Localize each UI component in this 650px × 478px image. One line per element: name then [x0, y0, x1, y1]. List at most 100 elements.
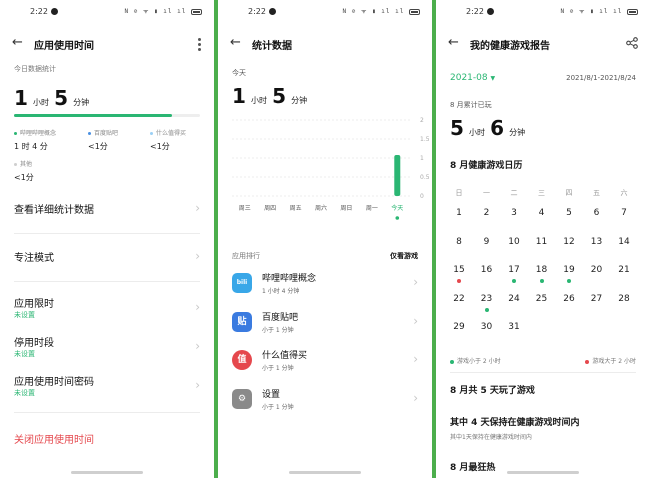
legend-dot-icon [150, 132, 153, 135]
green-dot-icon [539, 279, 544, 283]
day-number: 21 [618, 265, 630, 275]
calendar-day[interactable]: 29 [445, 322, 473, 332]
more-options-icon[interactable] [198, 38, 202, 53]
back-arrow-icon[interactable]: ← [448, 36, 459, 50]
calendar-day[interactable]: 28 [610, 294, 638, 304]
calendar-day[interactable]: 21 [610, 265, 638, 275]
calendar-day[interactable]: 26 [555, 294, 583, 304]
calendar-day[interactable]: 23 [473, 294, 501, 312]
disable-usage-time-button[interactable]: 关闭应用使用时间 [14, 431, 94, 446]
divider [14, 233, 200, 234]
day-number: 18 [535, 265, 548, 275]
menu-item-label: 应用使用时间密码 [14, 377, 94, 388]
game-report-screen: 2:22 N ⊘ ᯤ ▮ ıl ıl ← 我的健康游戏报告 2021-08 ▼ … [436, 0, 650, 478]
games-only-filter[interactable]: 仅看游戏 [390, 251, 418, 261]
battery-icon [409, 8, 420, 15]
calendar-day[interactable]: 31 [500, 322, 528, 332]
app-ranking-row[interactable]: 值什么值得买 小于 1 分钟 › [218, 348, 432, 374]
app-usage-value: <1分 [88, 142, 108, 151]
chevron-right-icon: › [195, 378, 200, 392]
app-ranking-label: 应用排行 [232, 252, 260, 260]
calendar-day[interactable]: 19 [555, 265, 583, 283]
home-indicator[interactable] [71, 471, 143, 474]
calendar-day[interactable]: 4 [528, 208, 556, 218]
x-tick-label[interactable]: 周日 [340, 205, 352, 212]
page-title: 我的健康游戏报告 [470, 41, 550, 52]
menu-item[interactable]: 查看详细统计数据 › [0, 201, 214, 227]
day-number: 15 [453, 265, 465, 275]
calendar-day[interactable]: 13 [583, 237, 611, 247]
y-tick-label: 1 [420, 155, 424, 162]
x-tick-label[interactable]: 周四 [264, 205, 276, 212]
home-indicator[interactable] [507, 471, 579, 474]
calendar-day[interactable]: 25 [528, 294, 556, 304]
bar[interactable] [394, 154, 401, 196]
x-tick-label[interactable]: 周一 [366, 205, 378, 212]
x-tick-label[interactable]: 周五 [290, 205, 302, 212]
bilibili-icon: bili [232, 273, 252, 293]
calendar-day[interactable]: 12 [555, 237, 583, 247]
battery-icon [627, 8, 638, 15]
day-number: 13 [590, 237, 603, 247]
app-ranking-row[interactable]: 贴百度贴吧 小于 1 分钟 › [218, 310, 432, 336]
app-bar: ← 我的健康游戏报告 [436, 34, 650, 54]
day-number: 27 [590, 294, 603, 304]
green-dot-icon [512, 279, 516, 283]
home-indicator[interactable] [289, 471, 361, 474]
chevron-right-icon: › [195, 339, 200, 353]
calendar-day[interactable]: 15 [445, 265, 473, 283]
calendar-day[interactable]: 11 [528, 237, 556, 247]
month-selector[interactable]: 2021-08 ▼ [450, 73, 495, 83]
x-tick-label[interactable]: 周三 [239, 205, 251, 212]
red-dot-icon [585, 359, 590, 364]
menu-item[interactable]: 停用时段 未设置 › [0, 334, 214, 360]
menu-item[interactable]: 专注模式 › [0, 249, 214, 275]
status-time: 2:22 [248, 7, 266, 16]
menu-item[interactable]: 应用限时 未设置 › [0, 295, 214, 321]
calendar-day[interactable]: 27 [583, 294, 611, 304]
day-number: 16 [480, 265, 493, 275]
calendar-day[interactable]: 7 [610, 208, 638, 218]
day-number: 24 [508, 294, 520, 304]
date-range: 2021/8/1-2021/8/24 [566, 74, 636, 82]
x-tick-label[interactable]: 今天 [391, 204, 403, 212]
app-usage-item: 哔哩哔哩概念 1 时 4 分 [14, 128, 56, 152]
calendar-day[interactable]: 24 [500, 294, 528, 304]
chevron-right-icon: › [195, 300, 200, 314]
status-bar: 2:22 N ⊘ ᯤ ▮ ıl ıl [0, 6, 214, 20]
back-arrow-icon[interactable]: ← [230, 36, 241, 50]
app-bar: ← 统计数据 [218, 34, 432, 54]
x-tick-label[interactable]: 周六 [315, 204, 327, 212]
calendar-title: 8 月健康游戏日历 [450, 161, 523, 171]
calendar-day[interactable]: 14 [610, 237, 638, 247]
calendar-day[interactable]: 17 [500, 265, 528, 283]
back-arrow-icon[interactable]: ← [12, 36, 23, 50]
calendar-day[interactable]: 30 [473, 322, 501, 332]
calendar-day[interactable]: 8 [445, 237, 473, 247]
day-number: 14 [618, 237, 630, 247]
status-time: 2:22 [466, 7, 484, 16]
calendar-day[interactable]: 2 [473, 208, 501, 218]
green-dot-icon [484, 308, 489, 312]
calendar-day[interactable]: 6 [583, 208, 611, 218]
day-number: 31 [508, 322, 520, 332]
calendar-day[interactable]: 3 [500, 208, 528, 218]
calendar-day[interactable]: 5 [555, 208, 583, 218]
calendar-day[interactable]: 20 [583, 265, 611, 275]
today-label: 今天 [232, 69, 246, 77]
app-ranking-row[interactable]: bili 哔哩哔哩概念 1 小时 4 分钟 › [218, 271, 432, 297]
calendar-day[interactable]: 22 [445, 294, 473, 304]
calendar-day[interactable]: 18 [528, 265, 556, 283]
app-ranking-row[interactable]: ⚙ 设置 小于 1 分钟 › [218, 387, 432, 413]
app-usage-time: 小于 1 分钟 [262, 365, 294, 372]
legend-dot-icon [88, 132, 91, 135]
share-icon[interactable] [626, 37, 638, 49]
calendar-day[interactable]: 9 [473, 237, 501, 247]
menu-item[interactable]: 应用使用时间密码 未设置 › [0, 373, 214, 399]
calendar-day[interactable]: 1 [445, 208, 473, 218]
day-number: 22 [453, 294, 465, 304]
calendar-day[interactable]: 16 [473, 265, 501, 275]
app-name: 什么值得买 [262, 351, 308, 361]
app-usage-item: 什么值得买 <1分 [150, 128, 186, 152]
calendar-day[interactable]: 10 [500, 237, 528, 247]
